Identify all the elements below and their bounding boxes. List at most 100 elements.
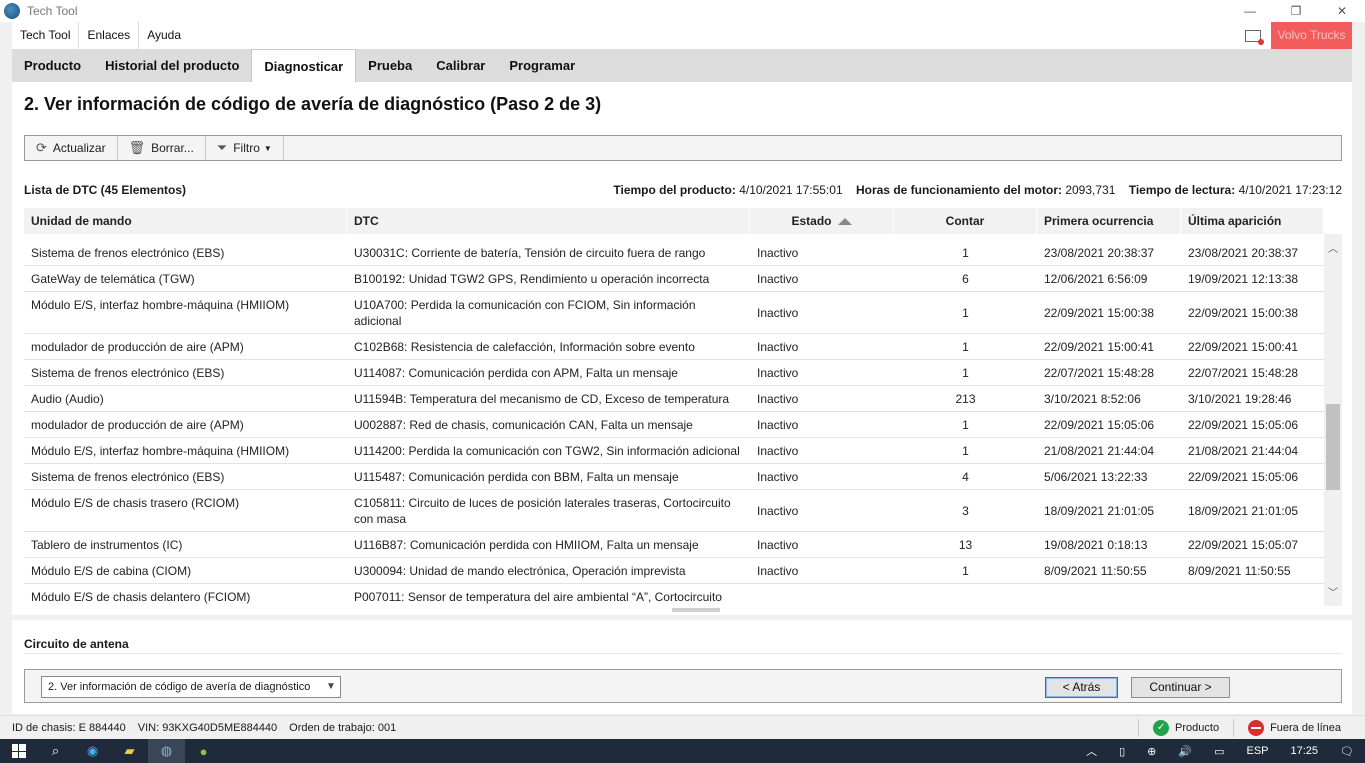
read-time-label: Tiempo de lectura: xyxy=(1128,183,1236,197)
tab-calibrar[interactable]: Calibrar xyxy=(424,49,497,82)
cell-count: 1 xyxy=(962,306,969,320)
offline-status: Fuera de línea xyxy=(1270,722,1341,734)
splitter-grip[interactable] xyxy=(672,608,720,612)
cell-unit: Sistema de frenos electrónico (EBS) xyxy=(31,470,225,484)
check-icon: ✓ xyxy=(1153,720,1170,736)
menu-enlaces[interactable]: Enlaces xyxy=(79,22,140,49)
start-button[interactable] xyxy=(0,739,37,763)
table-row[interactable]: Sistema de frenos electrónico (EBS) U3003… xyxy=(24,240,1324,266)
volume-icon[interactable]: 🔊 xyxy=(1178,745,1192,758)
filter-button[interactable]: ⏷ Filtro ▼ xyxy=(206,136,284,160)
col-header-dtc[interactable]: DTC xyxy=(347,208,750,234)
app-green-icon[interactable]: ● xyxy=(185,739,222,763)
table-row[interactable]: Tablero de instrumentos (IC) U116B87: Com… xyxy=(24,532,1324,558)
os-taskbar: ⌕ ◉ ▰ ◍ ● ︿ ▯ ⊕ 🔊 ▭ ESP 17:25 🗨 xyxy=(0,739,1365,763)
cell-unit: modulador de producción de aire (APM) xyxy=(31,340,244,354)
status-indicators: ✓ Producto Fuera de línea xyxy=(1124,716,1341,740)
system-tray: ︿ ▯ ⊕ 🔊 ▭ ESP 17:25 🗨 xyxy=(1075,739,1365,763)
table-row[interactable]: Módulo E/S de chasis trasero (RCIOM) C105… xyxy=(24,490,1324,532)
table-row[interactable]: Sistema de frenos electrónico (EBS) U1140… xyxy=(24,360,1324,386)
sync-status-icon[interactable] xyxy=(1245,29,1264,45)
cell-dtc: B100192: Unidad TGW2 GPS, Rendimiento u … xyxy=(354,272,710,286)
table-row[interactable]: modulador de producción de aire (APM) C10… xyxy=(24,334,1324,360)
cell-dtc: U116B87: Comunicación perdida con HMIIOM… xyxy=(354,538,699,552)
col-header-count[interactable]: Contar xyxy=(894,208,1037,234)
cell-dtc: U30031C: Corriente de batería, Tensión d… xyxy=(354,246,706,260)
tab-diagnosticar[interactable]: Diagnosticar xyxy=(251,49,357,82)
cell-count: 1 xyxy=(962,340,969,354)
tab-programar[interactable]: Programar xyxy=(497,49,587,82)
scroll-down-icon[interactable]: ﹀ xyxy=(1324,586,1342,602)
cell-dtc: U11594B: Temperatura del mecanismo de CD… xyxy=(354,392,730,406)
menu-ayuda[interactable]: Ayuda xyxy=(139,22,189,49)
cell-state: Inactivo xyxy=(757,272,799,286)
main-tabs: Producto Historial del producto Diagnost… xyxy=(12,49,1352,82)
file-explorer-icon[interactable]: ▰ xyxy=(111,739,148,763)
tab-historial[interactable]: Historial del producto xyxy=(93,49,251,82)
table-row[interactable]: modulador de producción de aire (APM) U00… xyxy=(24,412,1324,438)
language-indicator[interactable]: ESP xyxy=(1246,745,1268,757)
maximize-icon[interactable]: ❐ xyxy=(1273,0,1319,22)
menu-tech-tool[interactable]: Tech Tool xyxy=(12,22,80,49)
cell-count: 3 xyxy=(962,504,969,518)
col-header-unit[interactable]: Unidad de mando xyxy=(24,208,347,234)
table-scrollbar[interactable]: ︿ ﹀ xyxy=(1324,234,1342,606)
cell-last-occurrence: 23/08/2021 20:38:37 xyxy=(1188,246,1299,260)
continue-button[interactable]: Continuar > xyxy=(1131,677,1230,698)
table-row[interactable]: GateWay de telemática (TGW) B100192: Unid… xyxy=(24,266,1324,292)
tray-chevron-up-icon[interactable]: ︿ xyxy=(1086,743,1097,759)
cell-unit: modulador de producción de aire (APM) xyxy=(31,418,244,432)
status-bar: ID de chasis: E 884440 VIN: 93KXG40D5ME8… xyxy=(0,715,1365,739)
step-select-value: 2. Ver información de código de avería d… xyxy=(48,681,311,693)
cell-state: Inactivo xyxy=(757,306,799,320)
delete-button[interactable]: 🗑 Borrar... xyxy=(118,136,206,160)
network-icon[interactable]: ⊕ xyxy=(1147,745,1156,758)
trash-icon: 🗑 xyxy=(128,140,146,155)
dtc-list-meta: Tiempo del producto: 4/10/2021 17:55:01 … xyxy=(613,183,1342,197)
notifications-icon[interactable]: 🗨 xyxy=(1340,745,1354,758)
table-row[interactable]: Módulo E/S, interfaz hombre-máquina (HMI… xyxy=(24,292,1324,334)
cell-last-occurrence: 8/09/2021 11:50:55 xyxy=(1188,564,1291,578)
battery-icon[interactable]: ▭ xyxy=(1214,745,1224,758)
edge-browser-icon[interactable]: ◉ xyxy=(74,739,111,763)
minimize-icon[interactable]: — xyxy=(1227,0,1273,22)
cell-unit: Audio (Audio) xyxy=(31,392,104,406)
col-header-first[interactable]: Primera ocurrencia xyxy=(1037,208,1181,234)
engine-hours-value: 2093,731 xyxy=(1065,183,1116,197)
cell-first-occurrence: 12/06/2021 6:56:09 xyxy=(1044,272,1148,286)
tab-producto[interactable]: Producto xyxy=(12,49,93,82)
table-row[interactable]: Módulo E/S de cabina (CIOM) U300094: Unid… xyxy=(24,558,1324,584)
tech-tool-taskbar-icon[interactable]: ◍ xyxy=(148,739,185,763)
refresh-button[interactable]: ⟳ Actualizar xyxy=(25,136,118,160)
step-select[interactable]: 2. Ver información de código de avería d… xyxy=(41,676,341,698)
cell-count: 13 xyxy=(958,538,973,552)
brand-badge[interactable]: Volvo Trucks xyxy=(1271,22,1352,49)
cell-unit: Sistema de frenos electrónico (EBS) xyxy=(31,246,225,260)
scrollbar-thumb[interactable] xyxy=(1326,404,1340,490)
table-row[interactable]: Módulo E/S, interfaz hombre-máquina (HMI… xyxy=(24,438,1324,464)
panel-splitter[interactable] xyxy=(24,606,1364,614)
table-body: Sistema de frenos electrónico (EBS) U3003… xyxy=(24,240,1324,606)
cell-last-occurrence: 22/09/2021 15:05:07 xyxy=(1188,538,1299,552)
tab-prueba[interactable]: Prueba xyxy=(356,49,424,82)
table-row[interactable]: Módulo E/S de chasis delantero (FCIOM) P0… xyxy=(24,584,1324,606)
table-row[interactable]: Sistema de frenos electrónico (EBS) U1154… xyxy=(24,464,1324,490)
scroll-up-icon[interactable]: ︿ xyxy=(1324,242,1342,258)
table-row[interactable]: Audio (Audio) U11594B: Temperatura del me… xyxy=(24,386,1324,412)
cell-unit: Módulo E/S, interfaz hombre-máquina (HMI… xyxy=(31,444,290,458)
tray-device-icon[interactable]: ▯ xyxy=(1119,745,1125,758)
table-header-row: Unidad de mando DTC Estado Contar Primer… xyxy=(24,208,1324,234)
cell-count: 1 xyxy=(962,366,969,380)
cell-state: Inactivo xyxy=(757,504,799,518)
cell-first-occurrence: 8/09/2021 11:50:55 xyxy=(1044,564,1147,578)
back-button[interactable]: < Atrás xyxy=(1045,677,1118,698)
cell-dtc: C102B68: Resistencia de calefacción, Inf… xyxy=(354,340,695,354)
cell-count: 1 xyxy=(962,246,969,260)
search-icon[interactable]: ⌕ xyxy=(37,739,74,763)
clock[interactable]: 17:25 xyxy=(1291,745,1319,757)
col-header-last[interactable]: Última aparición xyxy=(1181,208,1324,234)
close-icon[interactable]: ✕ xyxy=(1319,0,1365,22)
menu-right-area: Volvo Trucks xyxy=(1245,22,1352,49)
col-header-state[interactable]: Estado xyxy=(750,208,894,234)
vin: VIN: 93KXG40D5ME884440 xyxy=(137,721,278,734)
